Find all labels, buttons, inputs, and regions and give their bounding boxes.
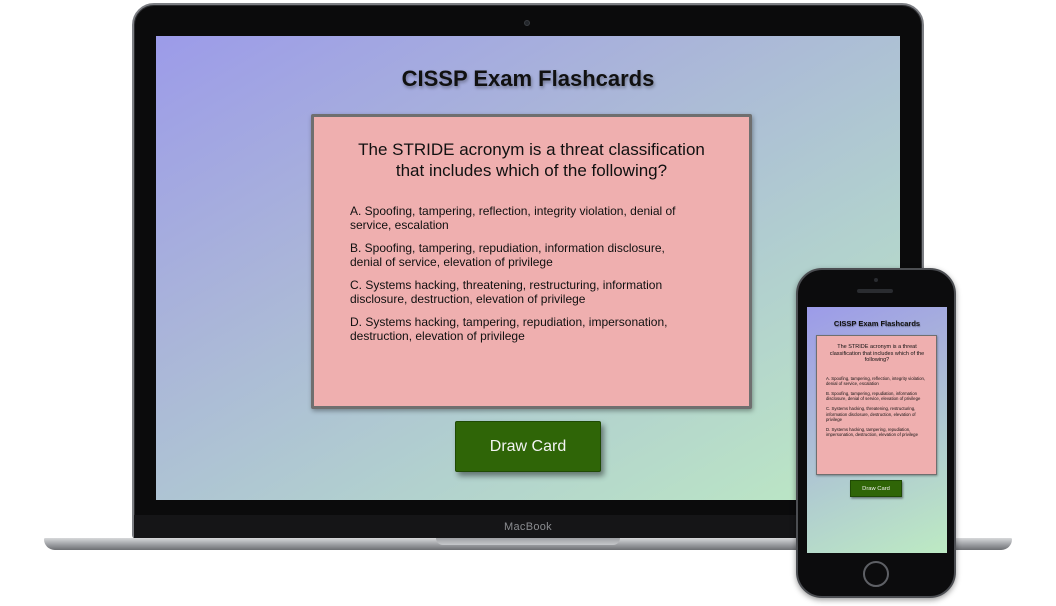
card-option-c: C. Systems hacking, threatening, restruc… [350, 278, 663, 306]
phone-home-button[interactable] [863, 561, 889, 587]
phone-app-title: CISSP Exam Flashcards [833, 319, 921, 328]
phone-card-question: The STRIDE acronym is a threat classific… [829, 344, 925, 363]
phone-card-option-d: D. Systems hacking, tampering, repudiati… [826, 426, 918, 438]
card-option-b: B. Spoofing, tampering, repudiation, inf… [350, 241, 665, 269]
phone-card-option-c: C. Systems hacking, threatening, restruc… [826, 406, 916, 422]
phone-card-option-a: A. Spoofing, tampering, reflection, inte… [826, 375, 926, 386]
phone-camera [874, 278, 878, 282]
card-option-d: D. Systems hacking, tampering, repudiati… [350, 315, 668, 343]
card-option-a: A. Spoofing, tampering, reflection, inte… [350, 204, 676, 232]
phone-flashcard: The STRIDE acronym is a threat classific… [816, 335, 937, 475]
phone-draw-card-button[interactable]: Draw Card [850, 480, 902, 497]
laptop-screen: CISSP Exam Flashcards The STRIDE acronym… [156, 36, 900, 500]
laptop-camera [524, 20, 530, 26]
laptop-base-notch [436, 538, 620, 545]
phone-screen: CISSP Exam Flashcards The STRIDE acronym… [807, 307, 947, 553]
phone-card-option-b: B. Spoofing, tampering, repudiation, inf… [826, 390, 921, 402]
card-question: The STRIDE acronym is a threat classific… [358, 140, 705, 180]
flashcard: The STRIDE acronym is a threat classific… [311, 114, 752, 409]
draw-card-button[interactable]: Draw Card [455, 421, 601, 472]
app-title: CISSP Exam Flashcards [401, 66, 655, 91]
phone-speaker [857, 289, 893, 293]
